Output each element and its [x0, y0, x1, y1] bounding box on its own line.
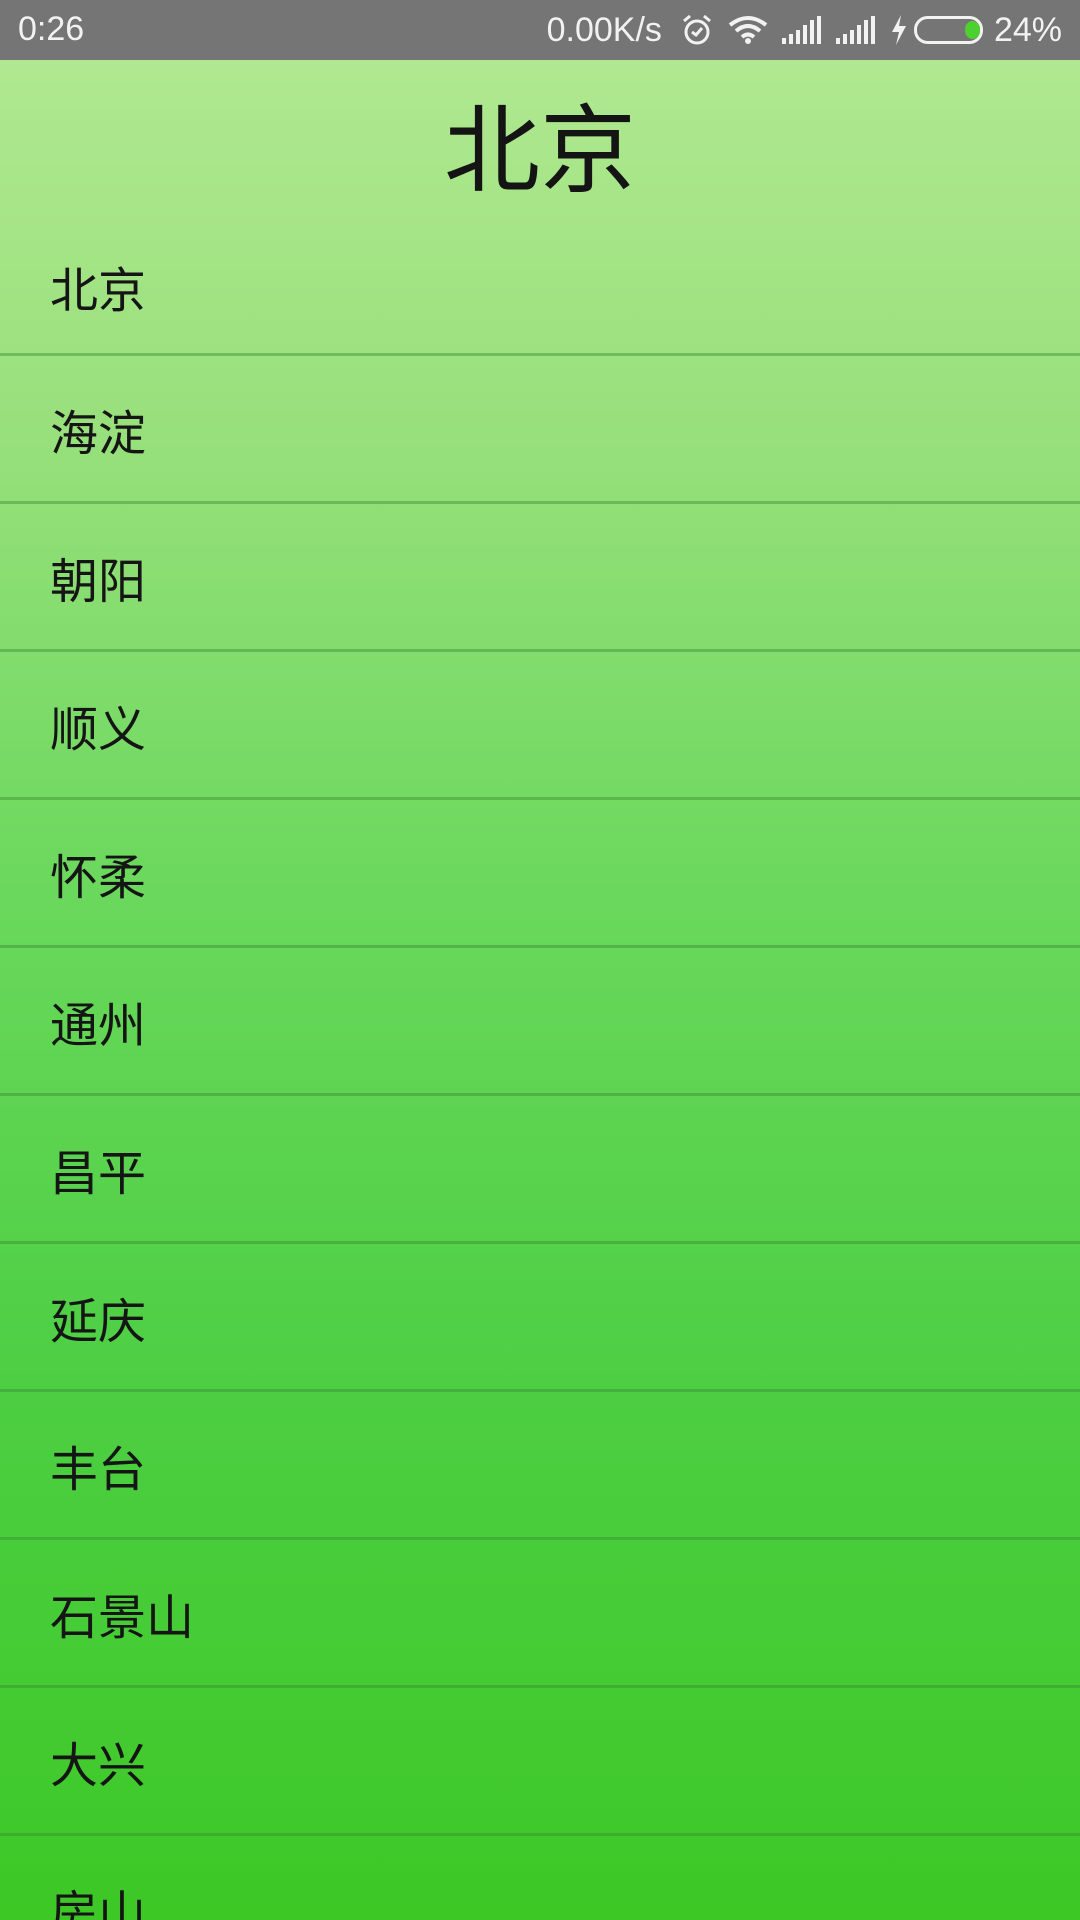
city-list[interactable]: 北京海淀朝阳顺义怀柔通州昌平延庆丰台石景山大兴房山 — [0, 218, 1080, 1920]
signal-icon — [835, 16, 876, 44]
city-label: 怀柔 — [50, 849, 147, 906]
status-time: 0:26 — [18, 10, 85, 48]
alarm-icon — [680, 13, 714, 47]
city-list-item[interactable]: 顺义 — [0, 652, 1080, 800]
city-list-item[interactable]: 朝阳 — [0, 504, 1080, 652]
city-label: 昌平 — [50, 1145, 147, 1202]
city-label: 丰台 — [50, 1441, 147, 1498]
status-icons: 0.00K/s 24% — [547, 0, 1062, 60]
city-list-item[interactable]: 丰台 — [0, 1392, 1080, 1540]
city-label: 大兴 — [50, 1737, 147, 1794]
city-label: 石景山 — [50, 1589, 195, 1646]
battery-icon — [913, 15, 986, 45]
city-label: 北京 — [50, 262, 147, 319]
city-list-item[interactable]: 怀柔 — [0, 800, 1080, 948]
status-bar: 0:26 0.00K/s 24% — [0, 0, 1080, 60]
city-list-item[interactable]: 石景山 — [0, 1540, 1080, 1688]
charging-icon — [890, 15, 908, 45]
network-speed: 0.00K/s — [546, 10, 662, 49]
city-label: 海淀 — [50, 405, 147, 462]
city-list-item[interactable]: 房山 — [0, 1836, 1080, 1920]
city-label: 朝阳 — [50, 553, 147, 610]
city-list-item[interactable]: 通州 — [0, 948, 1080, 1096]
page-title: 北京 — [444, 94, 636, 207]
city-label: 延庆 — [50, 1293, 147, 1350]
city-label: 房山 — [50, 1885, 147, 1920]
city-label: 顺义 — [50, 701, 147, 758]
city-screen: 北京 北京海淀朝阳顺义怀柔通州昌平延庆丰台石景山大兴房山 — [0, 60, 1080, 1920]
city-list-item[interactable]: 海淀 — [0, 356, 1080, 504]
city-list-item[interactable]: 延庆 — [0, 1244, 1080, 1392]
city-label: 通州 — [50, 997, 147, 1054]
signal-icon — [781, 16, 822, 44]
battery-percent: 24% — [993, 10, 1062, 49]
city-list-item[interactable]: 大兴 — [0, 1688, 1080, 1836]
city-list-item[interactable]: 昌平 — [0, 1096, 1080, 1244]
wifi-icon — [728, 15, 768, 45]
city-list-item[interactable]: 北京 — [0, 218, 1080, 356]
